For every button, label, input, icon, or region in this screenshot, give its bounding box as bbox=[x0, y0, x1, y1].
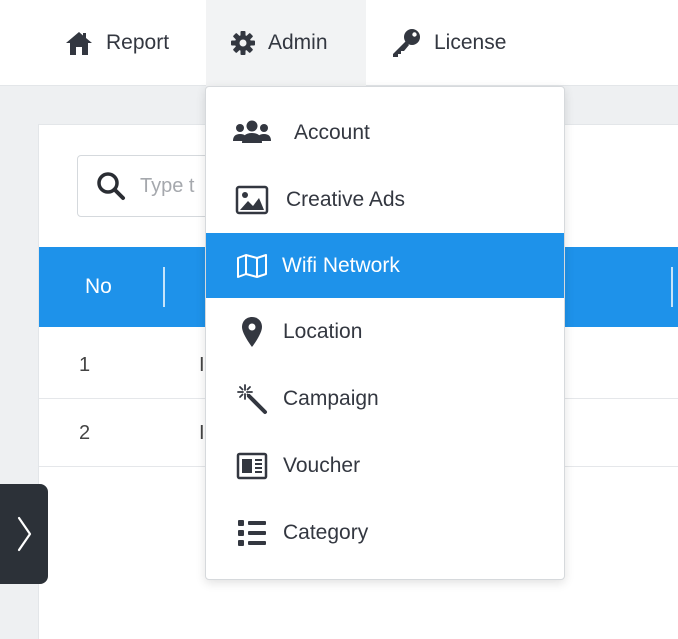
menu-item-label: Voucher bbox=[283, 453, 361, 477]
menu-item-category[interactable]: Category bbox=[206, 499, 564, 566]
cell-no: 1 bbox=[79, 353, 91, 376]
nav-report[interactable]: Report bbox=[64, 0, 169, 86]
cell-name: I bbox=[199, 353, 205, 376]
menu-item-label: Campaign bbox=[283, 386, 379, 410]
menu-item-label: Wifi Network bbox=[282, 253, 400, 277]
sidebar-toggle[interactable] bbox=[0, 484, 48, 584]
menu-item-label: Location bbox=[283, 319, 363, 343]
gear-icon bbox=[231, 31, 255, 55]
cell-name: I bbox=[199, 421, 205, 444]
nav-license[interactable]: License bbox=[390, 0, 506, 86]
newspaper-icon bbox=[230, 432, 274, 499]
column-header-no[interactable]: No bbox=[85, 247, 112, 327]
menu-item-label: Creative Ads bbox=[286, 187, 406, 211]
cell-no: 2 bbox=[79, 421, 91, 444]
column-divider[interactable] bbox=[163, 267, 165, 307]
nav-admin[interactable]: Admin bbox=[206, 0, 366, 86]
magic-wand-icon bbox=[230, 365, 274, 432]
column-divider[interactable] bbox=[671, 267, 673, 307]
menu-item-label: Category bbox=[283, 520, 369, 544]
menu-item-label: Account bbox=[294, 120, 370, 144]
list-icon bbox=[230, 499, 274, 566]
key-icon bbox=[393, 29, 420, 57]
image-icon bbox=[230, 166, 274, 233]
admin-dropdown: Account Creative Ads Wifi Network Locati… bbox=[205, 86, 565, 580]
home-icon bbox=[66, 32, 92, 55]
menu-item-location[interactable]: Location bbox=[206, 298, 564, 365]
top-nav: Report Admin License bbox=[0, 0, 678, 86]
chevron-right-icon bbox=[17, 516, 32, 552]
nav-admin-label: Admin bbox=[268, 31, 328, 54]
menu-item-voucher[interactable]: Voucher bbox=[206, 432, 564, 499]
menu-item-campaign[interactable]: Campaign bbox=[206, 365, 564, 432]
menu-item-wifi-network[interactable]: Wifi Network bbox=[206, 233, 564, 298]
map-pin-icon bbox=[230, 298, 274, 365]
menu-item-account[interactable]: Account bbox=[206, 99, 564, 166]
users-icon bbox=[230, 99, 274, 166]
search-icon bbox=[97, 172, 125, 200]
nav-report-label: Report bbox=[106, 31, 170, 54]
nav-license-label: License bbox=[434, 31, 507, 54]
map-icon bbox=[230, 233, 274, 298]
menu-item-creative-ads[interactable]: Creative Ads bbox=[206, 166, 564, 233]
